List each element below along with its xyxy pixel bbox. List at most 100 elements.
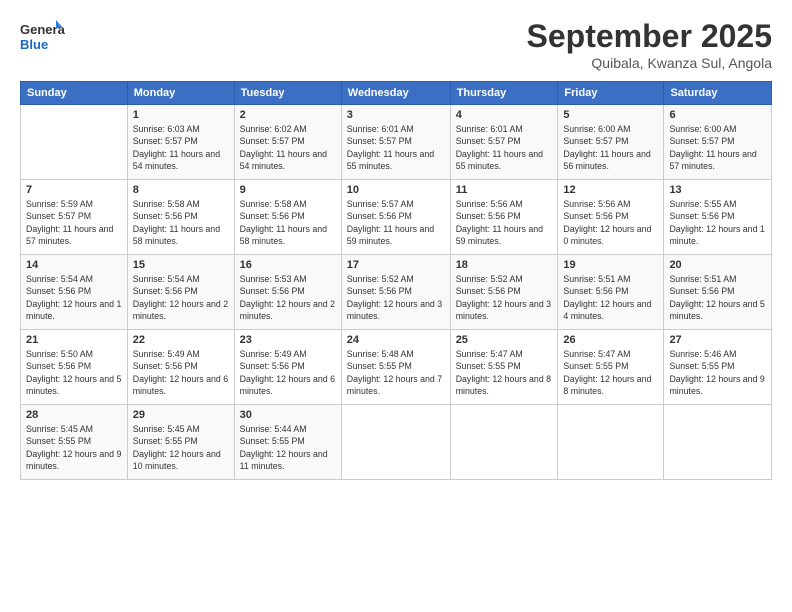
day-number: 6 [669,109,766,121]
cell-info: Sunrise: 5:49 AMSunset: 5:56 PMDaylight:… [240,348,336,397]
cell-info: Sunrise: 6:00 AMSunset: 5:57 PMDaylight:… [669,123,766,172]
cell-info: Sunrise: 5:45 AMSunset: 5:55 PMDaylight:… [133,423,229,472]
day-number: 17 [347,259,445,271]
day-number: 14 [26,259,122,271]
calendar-cell: 20Sunrise: 5:51 AMSunset: 5:56 PMDayligh… [664,255,772,330]
logo: General Blue [20,18,65,56]
location-subtitle: Quibala, Kwanza Sul, Angola [527,55,772,71]
day-number: 10 [347,184,445,196]
header-saturday: Saturday [664,82,772,105]
cell-info: Sunrise: 5:56 AMSunset: 5:56 PMDaylight:… [456,198,553,247]
svg-text:Blue: Blue [20,37,48,52]
calendar-cell: 6 Sunrise: 6:00 AMSunset: 5:57 PMDaylight… [664,105,772,180]
logo-svg: General Blue [20,18,65,56]
day-number: 26 [563,334,658,346]
calendar-cell: 13 Sunrise: 5:55 AMSunset: 5:56 PMDayligh… [664,180,772,255]
day-number: 9 [240,184,336,196]
cell-info: Sunrise: 5:46 AMSunset: 5:55 PMDaylight:… [669,348,766,397]
cell-info: Sunrise: 5:49 AMSunset: 5:56 PMDaylight:… [133,348,229,397]
header-friday: Friday [558,82,664,105]
calendar-cell: 19 Sunrise: 5:51 AMSunset: 5:56 PMDayligh… [558,255,664,330]
header-tuesday: Tuesday [234,82,341,105]
cell-info: Sunrise: 6:00 AMSunset: 5:57 PMDaylight:… [563,123,658,172]
cell-info: Sunrise: 5:54 AMSunset: 5:56 PMDaylight:… [26,273,122,322]
day-number: 3 [347,109,445,121]
day-number: 2 [240,109,336,121]
day-number: 18 [456,259,553,271]
day-number: 16 [240,259,336,271]
calendar-cell: 23Sunrise: 5:49 AMSunset: 5:56 PMDayligh… [234,330,341,405]
header-monday: Monday [127,82,234,105]
cell-info: Sunrise: 5:47 AMSunset: 5:55 PMDaylight:… [563,348,658,397]
day-number: 7 [26,184,122,196]
calendar-cell: 7 Sunrise: 5:59 AMSunset: 5:57 PMDaylight… [21,180,128,255]
calendar-cell: 16Sunrise: 5:53 AMSunset: 5:56 PMDayligh… [234,255,341,330]
cell-info: Sunrise: 5:54 AMSunset: 5:56 PMDaylight:… [133,273,229,322]
calendar-cell [450,405,558,480]
cell-info: Sunrise: 5:52 AMSunset: 5:56 PMDaylight:… [456,273,553,322]
calendar-cell: 24 Sunrise: 5:48 AMSunset: 5:55 PMDayligh… [341,330,450,405]
calendar-cell: 30Sunrise: 5:44 AMSunset: 5:55 PMDayligh… [234,405,341,480]
calendar-cell: 14 Sunrise: 5:54 AMSunset: 5:56 PMDayligh… [21,255,128,330]
calendar-cell: 8 Sunrise: 5:58 AMSunset: 5:56 PMDaylight… [127,180,234,255]
day-number: 5 [563,109,658,121]
calendar-cell: 12 Sunrise: 5:56 AMSunset: 5:56 PMDayligh… [558,180,664,255]
calendar-cell [341,405,450,480]
calendar-cell: 5 Sunrise: 6:00 AMSunset: 5:57 PMDaylight… [558,105,664,180]
cell-info: Sunrise: 5:48 AMSunset: 5:55 PMDaylight:… [347,348,445,397]
day-number: 20 [669,259,766,271]
header-thursday: Thursday [450,82,558,105]
cell-info: Sunrise: 5:44 AMSunset: 5:55 PMDaylight:… [240,423,336,472]
cell-info: Sunrise: 6:02 AMSunset: 5:57 PMDaylight:… [240,123,336,172]
day-number: 19 [563,259,658,271]
week-row-1: 1 Sunrise: 6:03 AMSunset: 5:57 PMDaylight… [21,105,772,180]
cell-info: Sunrise: 5:58 AMSunset: 5:56 PMDaylight:… [133,198,229,247]
cell-info: Sunrise: 5:59 AMSunset: 5:57 PMDaylight:… [26,198,122,247]
day-number: 11 [456,184,553,196]
cell-info: Sunrise: 5:51 AMSunset: 5:56 PMDaylight:… [563,273,658,322]
week-row-5: 28 Sunrise: 5:45 AMSunset: 5:55 PMDayligh… [21,405,772,480]
week-row-4: 21Sunrise: 5:50 AMSunset: 5:56 PMDayligh… [21,330,772,405]
cell-info: Sunrise: 6:03 AMSunset: 5:57 PMDaylight:… [133,123,229,172]
day-number: 24 [347,334,445,346]
cell-info: Sunrise: 6:01 AMSunset: 5:57 PMDaylight:… [456,123,553,172]
cell-info: Sunrise: 5:56 AMSunset: 5:56 PMDaylight:… [563,198,658,247]
calendar-cell: 28 Sunrise: 5:45 AMSunset: 5:55 PMDayligh… [21,405,128,480]
day-number: 8 [133,184,229,196]
cell-info: Sunrise: 5:45 AMSunset: 5:55 PMDaylight:… [26,423,122,472]
page-header: General Blue September 2025 Quibala, Kwa… [20,18,772,71]
day-number: 29 [133,409,229,421]
title-block: September 2025 Quibala, Kwanza Sul, Ango… [527,18,772,71]
calendar-cell: 11 Sunrise: 5:56 AMSunset: 5:56 PMDayligh… [450,180,558,255]
calendar-cell: 10 Sunrise: 5:57 AMSunset: 5:56 PMDayligh… [341,180,450,255]
cell-info: Sunrise: 5:47 AMSunset: 5:55 PMDaylight:… [456,348,553,397]
calendar-cell: 29 Sunrise: 5:45 AMSunset: 5:55 PMDayligh… [127,405,234,480]
calendar-cell [558,405,664,480]
calendar-cell: 2 Sunrise: 6:02 AMSunset: 5:57 PMDaylight… [234,105,341,180]
calendar-cell: 3Sunrise: 6:01 AMSunset: 5:57 PMDaylight… [341,105,450,180]
week-row-3: 14 Sunrise: 5:54 AMSunset: 5:56 PMDayligh… [21,255,772,330]
calendar-cell: 9 Sunrise: 5:58 AMSunset: 5:56 PMDaylight… [234,180,341,255]
month-title: September 2025 [527,18,772,55]
header-sunday: Sunday [21,82,128,105]
week-row-2: 7 Sunrise: 5:59 AMSunset: 5:57 PMDaylight… [21,180,772,255]
day-number: 13 [669,184,766,196]
calendar-cell: 17 Sunrise: 5:52 AMSunset: 5:56 PMDayligh… [341,255,450,330]
day-number: 12 [563,184,658,196]
cell-info: Sunrise: 5:58 AMSunset: 5:56 PMDaylight:… [240,198,336,247]
calendar-cell: 21Sunrise: 5:50 AMSunset: 5:56 PMDayligh… [21,330,128,405]
day-number: 4 [456,109,553,121]
day-number: 25 [456,334,553,346]
day-number: 28 [26,409,122,421]
cell-info: Sunrise: 5:52 AMSunset: 5:56 PMDaylight:… [347,273,445,322]
cell-info: Sunrise: 5:57 AMSunset: 5:56 PMDaylight:… [347,198,445,247]
header-row: SundayMondayTuesdayWednesdayThursdayFrid… [21,82,772,105]
calendar-cell: 25 Sunrise: 5:47 AMSunset: 5:55 PMDayligh… [450,330,558,405]
calendar-cell: 15Sunrise: 5:54 AMSunset: 5:56 PMDayligh… [127,255,234,330]
calendar-cell: 26 Sunrise: 5:47 AMSunset: 5:55 PMDayligh… [558,330,664,405]
day-number: 1 [133,109,229,121]
day-number: 21 [26,334,122,346]
header-wednesday: Wednesday [341,82,450,105]
calendar-cell [664,405,772,480]
cell-info: Sunrise: 5:55 AMSunset: 5:56 PMDaylight:… [669,198,766,247]
